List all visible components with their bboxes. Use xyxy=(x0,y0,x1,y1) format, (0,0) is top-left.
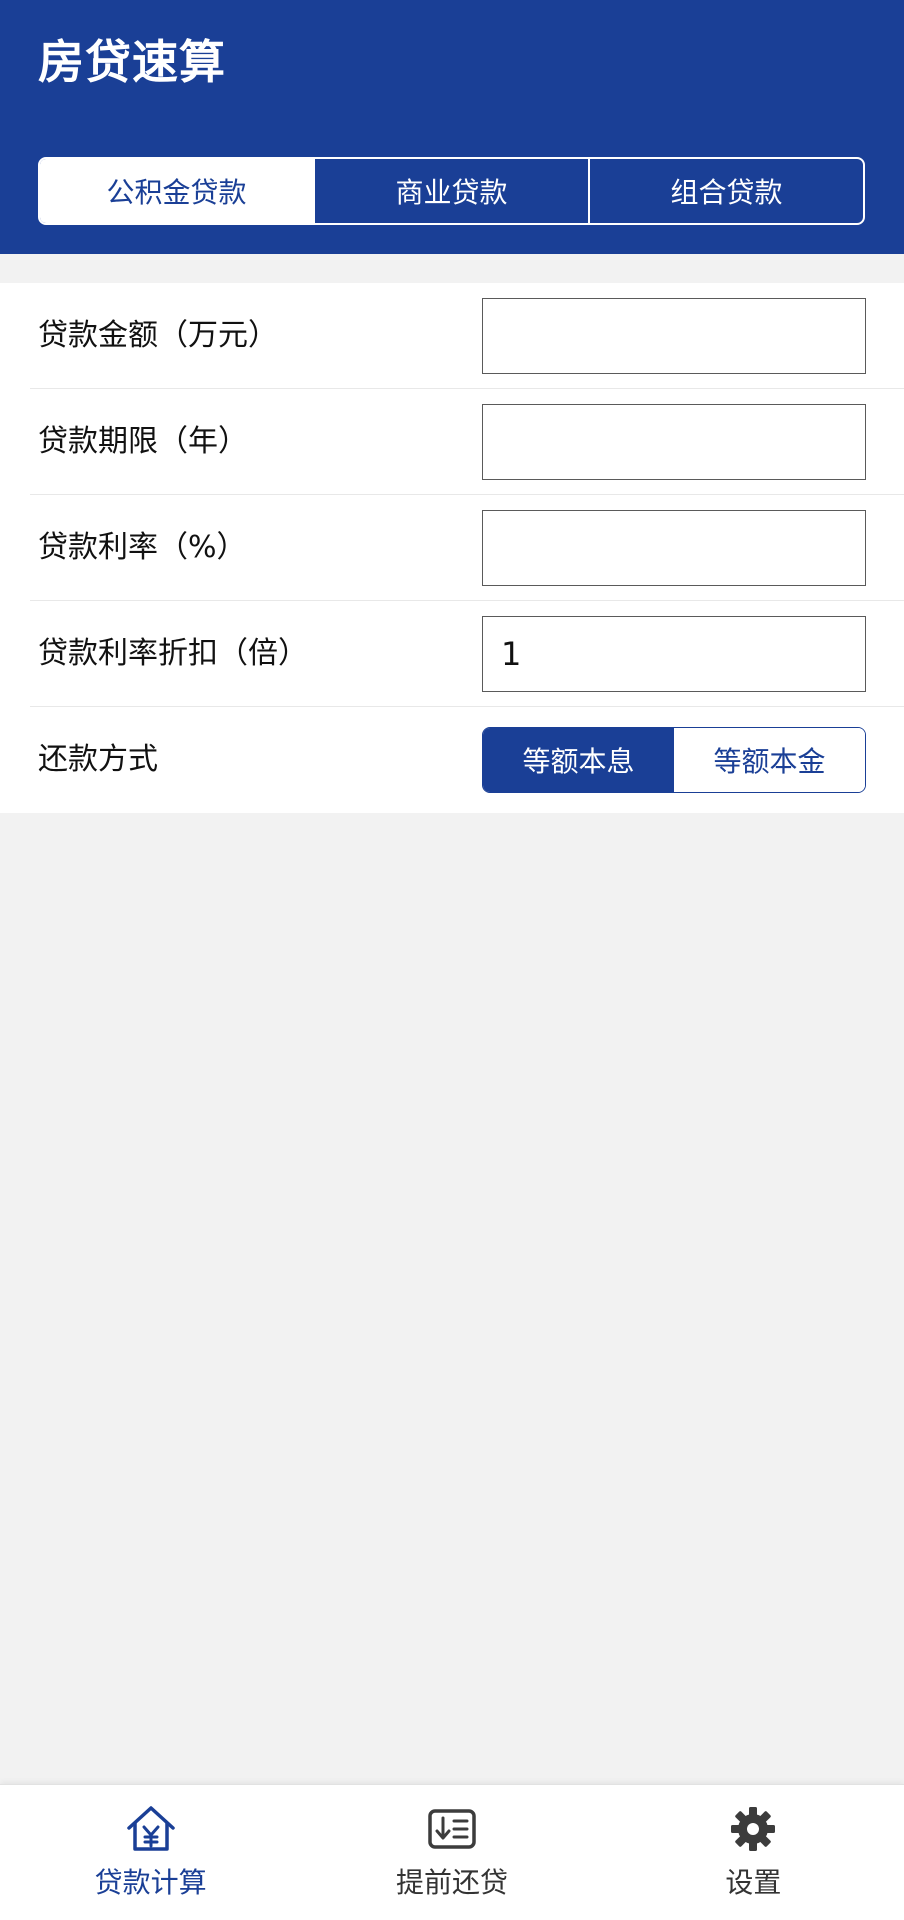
tab-commercial-loan[interactable]: 商业贷款 xyxy=(313,159,588,223)
nav-label-loan-calc: 贷款计算 xyxy=(94,1866,207,1899)
term-input[interactable] xyxy=(482,404,866,480)
tab-provident-fund-loan[interactable]: 公积金贷款 xyxy=(40,159,313,223)
gear-icon xyxy=(731,1807,776,1851)
nav-item-loan-calc[interactable]: 贷款计算 xyxy=(0,1785,301,1920)
term-label: 贷款期限（年） xyxy=(38,424,248,459)
equal-principal-button[interactable]: 等额本金 xyxy=(674,728,865,792)
bottom-nav: 贷款计算 提前还贷 设置 xyxy=(0,1784,904,1920)
nav-item-settings[interactable]: 设置 xyxy=(603,1785,904,1920)
form-row-amount: 贷款金额（万元） xyxy=(30,283,904,389)
rate-label: 贷款利率（%） xyxy=(38,530,247,565)
equal-installment-button[interactable]: 等额本息 xyxy=(483,728,674,792)
form-row-repayment-method: 还款方式 等额本息 等额本金 xyxy=(30,707,904,813)
discount-label: 贷款利率折扣（倍） xyxy=(38,636,308,671)
prepay-icon xyxy=(428,1809,476,1849)
app-header: 房贷速算 公积金贷款 商业贷款 组合贷款 xyxy=(0,0,904,254)
form-row-rate: 贷款利率（%） xyxy=(30,495,904,601)
app-screen: 房贷速算 公积金贷款 商业贷款 组合贷款 贷款金额（万元） 贷款期限（年） 贷款… xyxy=(0,0,904,1920)
tab-combined-loan[interactable]: 组合贷款 xyxy=(588,159,863,223)
nav-label-prepay: 提前还贷 xyxy=(395,1866,508,1899)
amount-label: 贷款金额（万元） xyxy=(38,318,278,353)
loan-type-tabs: 公积金贷款 商业贷款 组合贷款 xyxy=(38,157,865,225)
rate-input[interactable] xyxy=(482,510,866,586)
house-yen-icon xyxy=(126,1806,175,1851)
nav-item-prepay[interactable]: 提前还贷 xyxy=(301,1785,602,1920)
amount-input[interactable] xyxy=(482,298,866,374)
form-row-term: 贷款期限（年） xyxy=(30,389,904,495)
app-title: 房贷速算 xyxy=(38,35,226,89)
form-row-discount: 贷款利率折扣（倍） xyxy=(30,601,904,707)
repayment-method-label: 还款方式 xyxy=(38,742,158,777)
nav-label-settings: 设置 xyxy=(725,1866,782,1899)
discount-input[interactable] xyxy=(482,616,866,692)
repayment-method-toggle: 等额本息 等额本金 xyxy=(482,727,866,793)
loan-form: 贷款金额（万元） 贷款期限（年） 贷款利率（%） 贷款利率折扣（倍） 还款方式 … xyxy=(0,283,904,813)
